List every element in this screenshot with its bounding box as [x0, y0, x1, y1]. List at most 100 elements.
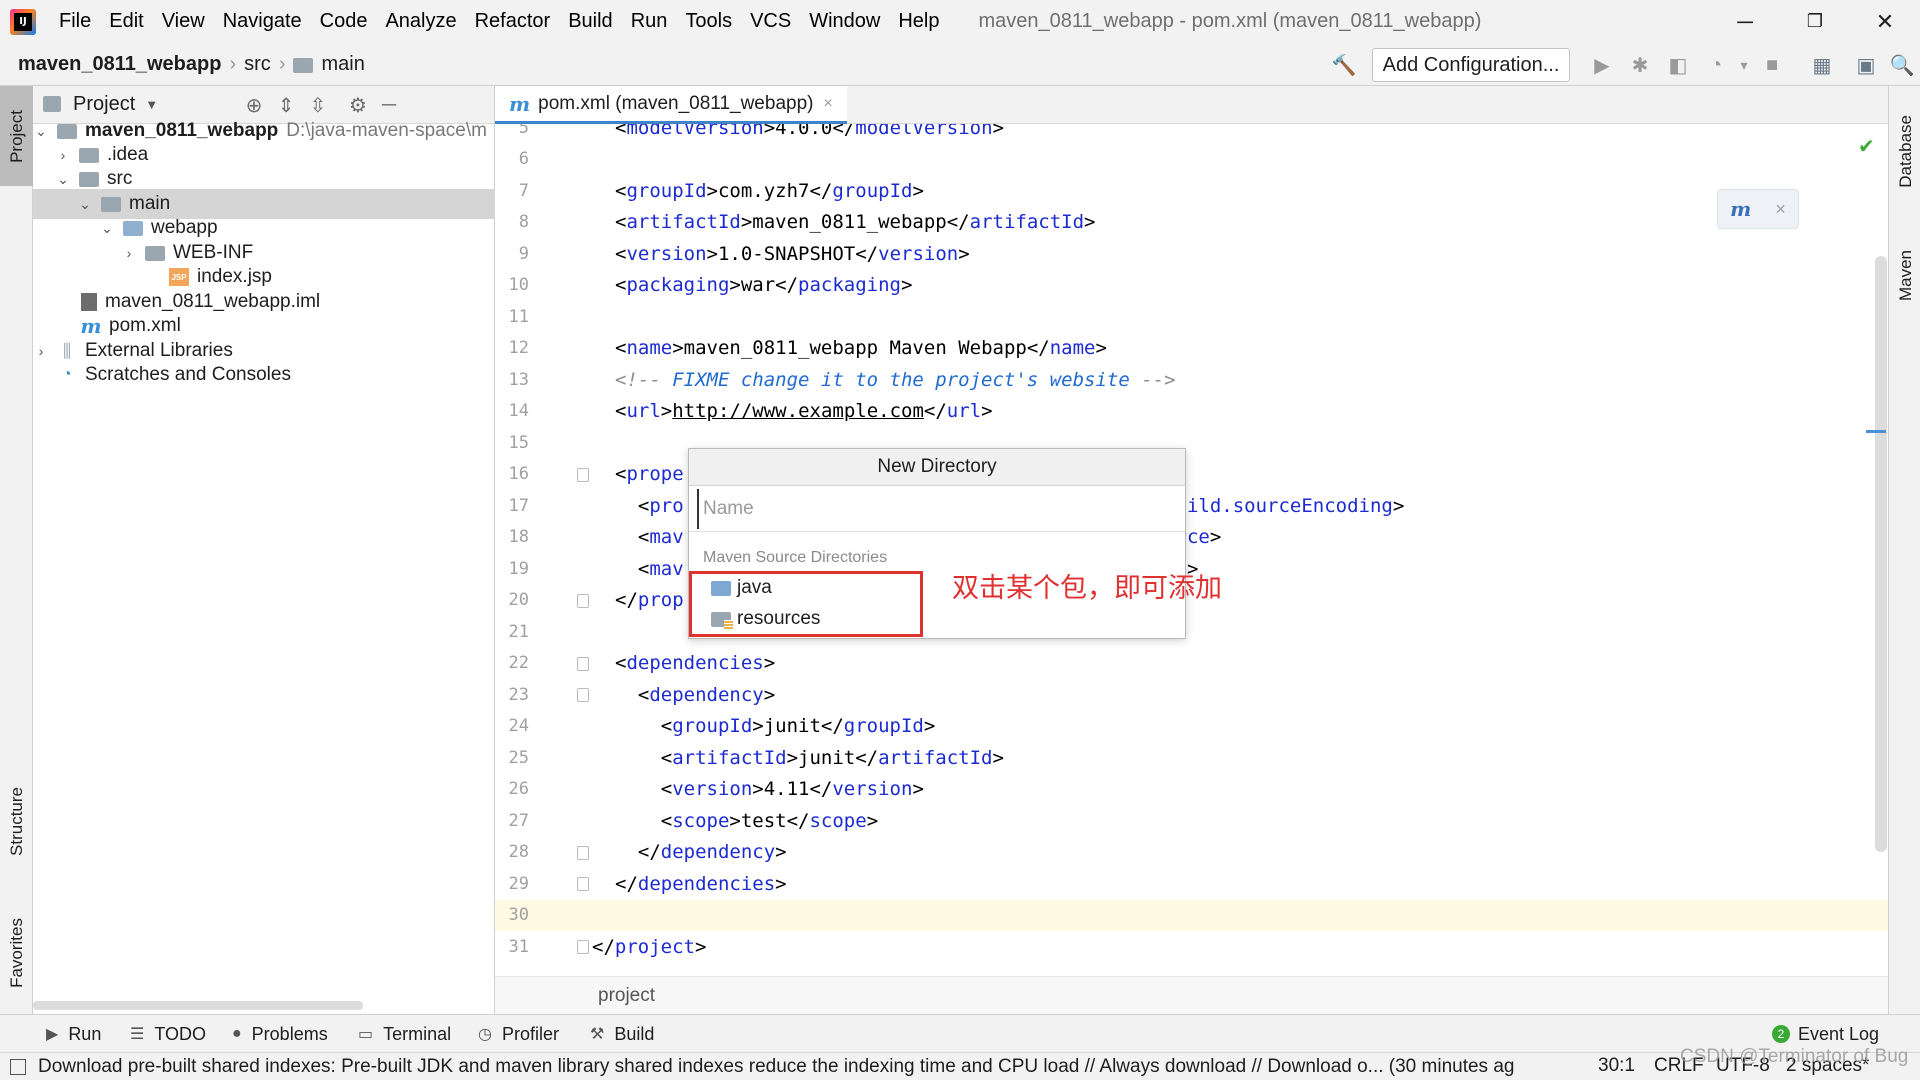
add-configuration-button[interactable]: Add Configuration...: [1372, 48, 1570, 82]
line-number: 19: [508, 558, 529, 579]
menu-window[interactable]: Window: [800, 0, 889, 43]
chevron-down-icon[interactable]: ⌄: [55, 171, 71, 188]
chevron-down-icon[interactable]: ⌄: [33, 123, 49, 140]
breadcrumb-main[interactable]: main: [293, 53, 365, 76]
line-number: 30: [508, 905, 529, 926]
close-icon[interactable]: ×: [1775, 199, 1786, 220]
tool-window-bar: ▶ Run ☰ TODO ● Problems ▭ Terminal ◷ Profiler…: [0, 1014, 1920, 1052]
profile-icon[interactable]: ◔: [1702, 51, 1730, 79]
breadcrumb-project[interactable]: maven_0811_webapp: [18, 53, 221, 76]
tool-todo-button[interactable]: ☰ TODO: [130, 1015, 206, 1053]
menu-refactor[interactable]: Refactor: [466, 0, 560, 43]
menu-help[interactable]: Help: [889, 0, 948, 43]
tool-problems-button[interactable]: ● Problems: [232, 1015, 328, 1053]
project-horizontal-scrollbar[interactable]: [33, 1001, 363, 1010]
menu-run[interactable]: Run: [622, 0, 677, 43]
chevron-down-icon[interactable]: ▼: [145, 97, 158, 112]
fold-marker-icon[interactable]: [577, 940, 589, 954]
expand-all-icon[interactable]: ⇕: [273, 92, 299, 118]
project-path-hint: D:\java-maven-space\m: [286, 120, 487, 141]
tool-tab-favorites[interactable]: Favorites: [0, 898, 33, 1008]
breadcrumb-src[interactable]: src: [244, 53, 271, 76]
fold-marker-icon[interactable]: [577, 688, 589, 702]
tool-tab-project[interactable]: Project: [0, 86, 33, 186]
tool-tab-database[interactable]: Database: [1889, 96, 1920, 206]
chevron-down-icon[interactable]: ⌄: [99, 220, 115, 237]
status-message[interactable]: Download pre-built shared indexes: Pre-b…: [38, 1056, 1558, 1078]
close-tab-icon[interactable]: ×: [823, 95, 832, 113]
menu-navigate[interactable]: Navigate: [214, 0, 311, 43]
caret-position[interactable]: 30:1: [1598, 1052, 1635, 1080]
tree-item-label: main: [129, 193, 171, 214]
tree-item-label: index.jsp: [197, 266, 272, 287]
tool-terminal-button[interactable]: ▭ Terminal: [358, 1015, 451, 1053]
fold-marker-icon[interactable]: [577, 845, 589, 860]
chevron-right-icon[interactable]: ›: [33, 343, 49, 359]
line-number: 20: [508, 590, 529, 611]
fold-marker-icon[interactable]: [577, 877, 589, 891]
editor-vertical-scrollbar[interactable]: [1875, 256, 1887, 852]
build-hammer-icon[interactable]: 🔨: [1330, 51, 1358, 79]
directory-name-input[interactable]: [697, 489, 1181, 529]
tab-pom-xml[interactable]: m pom.xml (maven_0811_webapp) ×: [495, 86, 847, 124]
project-view-selector[interactable]: Project: [73, 93, 135, 116]
tree-item-label: Scratches and Consoles: [85, 364, 291, 385]
tool-tab-maven[interactable]: Maven: [1889, 226, 1920, 326]
fold-marker-icon[interactable]: [577, 656, 589, 671]
line-number: 21: [508, 621, 529, 642]
chevron-right-icon[interactable]: ›: [121, 245, 137, 261]
coverage-icon[interactable]: ◧: [1664, 51, 1692, 79]
tool-profiler-button[interactable]: ◷ Profiler: [478, 1015, 559, 1053]
line-number: 29: [508, 873, 529, 894]
restore-button[interactable]: ❐: [1780, 0, 1850, 43]
menu-analyze[interactable]: Analyze: [376, 0, 465, 43]
maven-reload-icon[interactable]: m: [1730, 197, 1751, 221]
tool-build-button[interactable]: ⚒ Build: [590, 1015, 654, 1053]
fold-marker-icon[interactable]: [577, 467, 589, 482]
stop-icon[interactable]: ■: [1758, 51, 1786, 79]
collapse-all-icon[interactable]: ⇳: [305, 92, 331, 118]
chevron-down-icon[interactable]: ⌄: [77, 196, 93, 213]
minimize-button[interactable]: ─: [1710, 0, 1780, 43]
hide-panel-icon[interactable]: ─: [376, 92, 402, 118]
event-count-badge: 2: [1772, 1025, 1790, 1043]
project-structure-icon[interactable]: ▦: [1808, 51, 1836, 79]
run-icon[interactable]: ▶: [1588, 51, 1616, 79]
project-panel: Project ▼ ⊕ ⇕ ⇳ ⚙ ─ ⌄ maven_0811_webapp …: [33, 86, 495, 1014]
code-line: 10 <packaging>war</packaging>: [495, 270, 1888, 302]
breadcrumb-separator: ›: [278, 52, 286, 75]
tree-item-scratches[interactable]: ◔ Scratches and Consoles: [33, 360, 495, 390]
line-number: 23: [508, 684, 529, 705]
locate-icon[interactable]: ⊕: [241, 92, 267, 118]
menu-build[interactable]: Build: [559, 0, 621, 43]
menu-file[interactable]: File: [50, 0, 100, 43]
tree-item-label: webapp: [151, 217, 218, 238]
maven-file-icon: m: [509, 91, 531, 116]
menu-code[interactable]: Code: [311, 0, 377, 43]
search-icon[interactable]: 🔍: [1888, 51, 1916, 79]
menu-vcs[interactable]: VCS: [741, 0, 800, 43]
inspection-ok-check-icon[interactable]: ✔: [1858, 134, 1875, 159]
editor-tab-bar: m pom.xml (maven_0811_webapp) ×: [495, 86, 1888, 124]
close-window-button[interactable]: ✕: [1850, 0, 1920, 43]
tool-tab-structure[interactable]: Structure: [0, 766, 33, 876]
toolbox-icon[interactable]: ▣: [1852, 51, 1880, 79]
scroll-position-marker: [1866, 430, 1886, 433]
hammer-icon: ⚒: [590, 1026, 605, 1043]
gear-icon[interactable]: ⚙: [345, 92, 371, 118]
tree-item-label: maven_0811_webapp: [85, 120, 279, 141]
debug-icon[interactable]: ✱: [1626, 51, 1654, 79]
menu-view[interactable]: View: [153, 0, 214, 43]
fold-marker-icon[interactable]: [577, 593, 589, 608]
tree-item-label: src: [107, 168, 133, 189]
line-number: 7: [518, 180, 529, 201]
chevron-right-icon[interactable]: ›: [55, 147, 71, 163]
menu-tools[interactable]: Tools: [676, 0, 741, 43]
toggle-tool-windows-icon[interactable]: [10, 1058, 26, 1075]
window-title: maven_0811_webapp - pom.xml (maven_0811_…: [978, 10, 1482, 32]
tool-run-button[interactable]: ▶ Run: [46, 1015, 101, 1053]
editor-breadcrumb-project[interactable]: project: [598, 985, 655, 1007]
menu-edit[interactable]: Edit: [100, 0, 152, 43]
maven-reload-popup[interactable]: m ×: [1717, 189, 1799, 229]
chevron-down-icon[interactable]: ▾: [1730, 51, 1758, 79]
